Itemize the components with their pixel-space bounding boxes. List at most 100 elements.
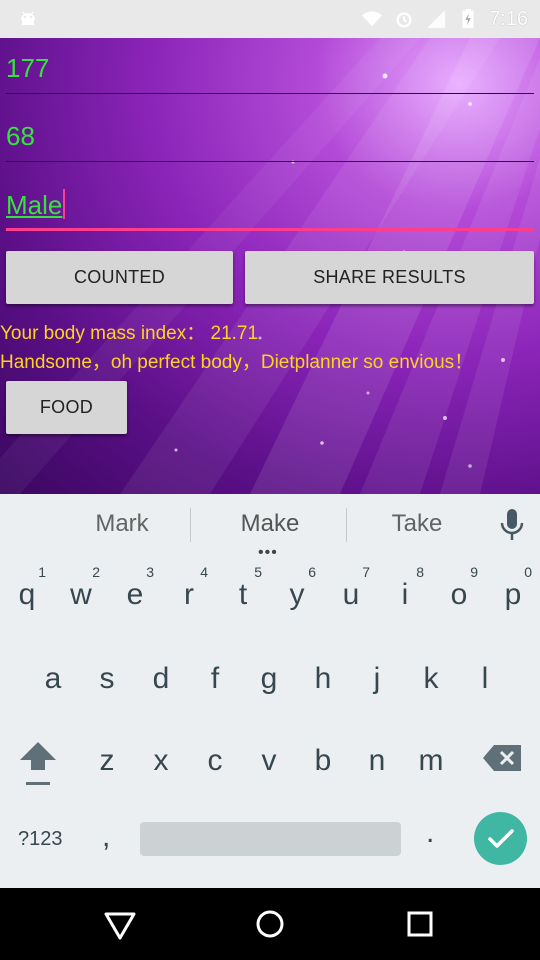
home-icon[interactable]: [252, 906, 288, 942]
suggestion-2[interactable]: Make: [205, 510, 335, 538]
back-icon[interactable]: [102, 906, 138, 942]
bmi-result-text: Your body mass index： 21.71: [0, 323, 259, 344]
share-results-button[interactable]: SHARE RESULTS: [245, 251, 534, 304]
status-time: 7:16: [489, 7, 528, 30]
counted-button[interactable]: COUNTED: [6, 251, 233, 304]
enter-key[interactable]: [474, 812, 527, 865]
suggestion-1[interactable]: Mark: [57, 510, 187, 538]
key-v[interactable]: v: [242, 722, 296, 796]
recents-icon[interactable]: [402, 906, 438, 942]
key-n[interactable]: n: [350, 722, 404, 796]
key-label: y: [289, 578, 305, 611]
key-z[interactable]: z: [80, 722, 134, 796]
key-label: n: [368, 744, 386, 777]
key-w[interactable]: w2: [54, 556, 108, 630]
suggestion-3[interactable]: Take: [352, 510, 482, 538]
key-label: s: [99, 662, 115, 695]
key-label: q: [18, 578, 36, 611]
key-y[interactable]: y6: [270, 556, 324, 630]
key-s[interactable]: s: [80, 640, 134, 714]
key-label: p: [504, 578, 522, 611]
key-label: l: [481, 662, 489, 695]
key-label: e: [126, 578, 144, 611]
key-hint: 3: [146, 564, 154, 580]
gender-field[interactable]: Male: [6, 175, 534, 231]
key-t[interactable]: t5: [216, 556, 270, 630]
wifi-icon: [361, 11, 383, 27]
key-label: f: [210, 662, 220, 695]
key-label: h: [314, 662, 332, 695]
key-hint: 8: [416, 564, 424, 580]
signal-icon: [426, 9, 446, 29]
key-r[interactable]: r4: [162, 556, 216, 630]
weight-field[interactable]: 68: [6, 106, 534, 162]
key-hint: 6: [308, 564, 316, 580]
key-label: g: [260, 662, 278, 695]
gender-value: Male: [6, 190, 63, 220]
key-a[interactable]: a: [26, 640, 80, 714]
battery-charging-icon: [462, 8, 474, 29]
suggestion-divider: [190, 508, 191, 542]
gender-underline: [6, 228, 534, 231]
key-u[interactable]: u7: [324, 556, 378, 630]
key-label: k: [423, 662, 439, 695]
key-x[interactable]: x: [134, 722, 188, 796]
comma-key[interactable]: ,: [102, 820, 110, 854]
key-label: u: [342, 578, 360, 611]
key-b[interactable]: b: [296, 722, 350, 796]
android-icon: [21, 11, 35, 25]
period-key[interactable]: .: [426, 816, 434, 850]
key-label: a: [44, 662, 62, 695]
key-g[interactable]: g: [242, 640, 296, 714]
height-underline: [6, 93, 534, 94]
key-l[interactable]: l: [458, 640, 512, 714]
key-label: w: [70, 578, 92, 611]
key-label: t: [238, 578, 248, 611]
key-hint: 4: [200, 564, 208, 580]
bmi-calculator-screen: 177 68 Male COUNTED SHARE RESULTS Your b…: [0, 38, 540, 494]
key-hint: 5: [254, 564, 262, 580]
key-label: x: [153, 744, 169, 777]
height-field[interactable]: 177: [6, 38, 534, 94]
key-j[interactable]: j: [350, 640, 404, 714]
key-hint: 7: [362, 564, 370, 580]
key-c[interactable]: c: [188, 722, 242, 796]
suggestion-strip: Mark Make ••• Take: [0, 494, 540, 561]
key-d[interactable]: d: [134, 640, 188, 714]
key-f[interactable]: f: [188, 640, 242, 714]
key-k[interactable]: k: [404, 640, 458, 714]
alarm-icon: [396, 12, 412, 28]
key-p[interactable]: p0: [486, 556, 540, 630]
backspace-icon[interactable]: [482, 744, 522, 772]
key-hint: 0: [524, 564, 532, 580]
key-label: o: [450, 578, 468, 611]
key-label: v: [261, 744, 277, 777]
key-label: b: [314, 744, 332, 777]
weight-value: 68: [6, 121, 35, 151]
text-cursor: [63, 189, 66, 219]
key-hint: 2: [92, 564, 100, 580]
key-q[interactable]: q1: [0, 556, 54, 630]
key-i[interactable]: i8: [378, 556, 432, 630]
key-label: m: [418, 744, 444, 777]
key-label: r: [184, 578, 194, 611]
key-o[interactable]: o9: [432, 556, 486, 630]
microphone-icon[interactable]: [498, 508, 526, 542]
key-label: d: [152, 662, 170, 695]
key-e[interactable]: e3: [108, 556, 162, 630]
key-label: i: [401, 578, 409, 611]
key-label: c: [207, 744, 223, 777]
gender-value-wrap: Male: [6, 189, 66, 221]
key-h[interactable]: h: [296, 640, 350, 714]
key-m[interactable]: m: [404, 722, 458, 796]
key-label: z: [99, 744, 115, 777]
food-button[interactable]: FOOD: [6, 381, 127, 434]
key-label: j: [373, 662, 381, 695]
checkmark-icon: [488, 829, 514, 848]
shift-icon[interactable]: [18, 738, 58, 788]
symbols-key[interactable]: ?123: [18, 828, 63, 851]
key-hint: 9: [470, 564, 478, 580]
space-bar[interactable]: [140, 822, 401, 856]
height-value: 177: [6, 53, 50, 83]
suggestion-divider: [346, 508, 347, 542]
